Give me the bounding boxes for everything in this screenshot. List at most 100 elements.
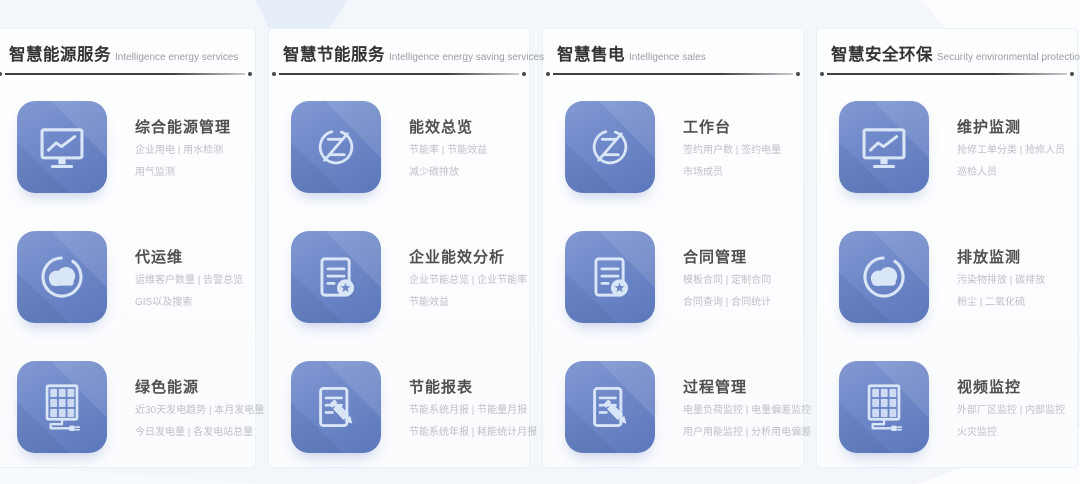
category-panel: 智慧售电Intelligence sales 工作台 签约用户数 | 签约电量 … (542, 28, 804, 468)
feature-sub-line2: 用气监测 (135, 168, 231, 178)
category-panel: 智慧安全环保Security environmental protection … (816, 28, 1078, 468)
feature-sub-line2: 粉尘 | 二氧化硫 (957, 298, 1045, 308)
feature-tile (565, 231, 655, 323)
feature-tile (291, 101, 381, 193)
category-panels: 智慧能源服务 Intelligence energy services 综合能源管… (0, 28, 1078, 468)
card-list: 维护监测 抢修工单分类 | 抢修人员 巡检人员 排放监测 污染物排放 | 碳排放… (831, 101, 1063, 453)
feature-card[interactable]: 节能报表 节能系统月报 | 节能量月报 节能系统年报 | 耗能统计月报 (291, 361, 515, 453)
feature-card[interactable]: 视频监控 外部厂区监控 | 内部监控 火灾监控 (839, 361, 1063, 453)
feature-title: 合同管理 (683, 246, 771, 267)
z-circle-icon (565, 101, 655, 193)
feature-sub-line1: 企业节能总览 | 企业节能率 (409, 276, 515, 286)
feature-sub-line1: 企业用电 | 用水检测 (135, 146, 231, 156)
feature-card[interactable]: 工作台 签约用户数 | 签约电量 市场成员 (565, 101, 789, 193)
feature-title: 代运维 (135, 246, 241, 267)
feature-title: 维护监测 (957, 116, 1063, 137)
feature-card[interactable]: 排放监测 污染物排放 | 碳排放 粉尘 | 二氧化硫 (839, 231, 1063, 323)
feature-sub-line1: 节能率 | 节能效益 (409, 146, 487, 156)
feature-tile (565, 361, 655, 453)
feature-text: 工作台 签约用户数 | 签约电量 市场成员 (683, 101, 781, 193)
category-header: 智慧节能服务Intelligence energy saving service… (283, 41, 515, 73)
monitor-chart-icon (17, 101, 107, 193)
feature-tile (839, 101, 929, 193)
card-list: 综合能源管理 企业用电 | 用水检测 用气监测 代运维 运维客户数量 | 告警总… (9, 101, 241, 453)
feature-sub-line2: GIS以及搜索 (135, 298, 241, 308)
feature-card[interactable]: 能效总览 节能率 | 节能效益 减少碳排放 (291, 101, 515, 193)
feature-title: 排放监测 (957, 246, 1045, 267)
feature-sub-line1: 近30天发电趋势 | 本月发电量 (135, 406, 241, 416)
feature-card[interactable]: 代运维 运维客户数量 | 告警总览 GIS以及搜索 (17, 231, 241, 323)
category-title-en: Intelligence energy services (115, 52, 238, 63)
feature-text: 合同管理 模板合同 | 定制合同 合同查询 | 合同统计 (683, 231, 771, 323)
feature-text: 维护监测 抢修工单分类 | 抢修人员 巡检人员 (957, 101, 1063, 193)
feature-text: 视频监控 外部厂区监控 | 内部监控 火灾监控 (957, 361, 1063, 453)
feature-card[interactable]: 维护监测 抢修工单分类 | 抢修人员 巡检人员 (839, 101, 1063, 193)
header-dot (0, 72, 2, 76)
doc-star-icon (291, 231, 381, 323)
feature-title: 工作台 (683, 116, 781, 137)
feature-tile (291, 231, 381, 323)
doc-pencil-icon (291, 361, 381, 453)
feature-tile (17, 101, 107, 193)
cloud-circle-icon (839, 231, 929, 323)
feature-title: 综合能源管理 (135, 116, 231, 137)
feature-tile (291, 361, 381, 453)
feature-text: 代运维 运维客户数量 | 告警总览 GIS以及搜索 (135, 231, 241, 323)
feature-card[interactable]: 过程管理 电量负荷监控 | 电量偏差监控 用户用能监控 | 分析用电偏差 (565, 361, 789, 453)
feature-title: 企业能效分析 (409, 246, 515, 267)
card-list: 工作台 签约用户数 | 签约电量 市场成员 合同管理 模板合同 | 定制合同 合… (557, 101, 789, 453)
feature-card[interactable]: 绿色能源 近30天发电趋势 | 本月发电量 今日发电量 | 各发电站总量 (17, 361, 241, 453)
header-underline (827, 73, 1067, 75)
feature-sub-line2: 巡检人员 (957, 168, 1063, 178)
feature-sub-line2: 节能系统年报 | 耗能统计月报 (409, 428, 515, 438)
feature-card[interactable]: 综合能源管理 企业用电 | 用水检测 用气监测 (17, 101, 241, 193)
feature-sub-line1: 模板合同 | 定制合同 (683, 276, 771, 286)
feature-sub-line2: 减少碳排放 (409, 168, 487, 178)
feature-sub-line1: 运维客户数量 | 告警总览 (135, 276, 241, 286)
header-dot (546, 72, 550, 76)
feature-title: 节能报表 (409, 376, 515, 397)
category-panel: 智慧节能服务Intelligence energy saving service… (268, 28, 530, 468)
feature-sub-line2: 节能效益 (409, 298, 515, 308)
feature-sub-line2: 今日发电量 | 各发电站总量 (135, 428, 241, 438)
feature-sub-line1: 节能系统月报 | 节能量月报 (409, 406, 515, 416)
header-dot (796, 72, 800, 76)
doc-star-icon (565, 231, 655, 323)
solar-panel-icon (17, 361, 107, 453)
header-dot (272, 72, 276, 76)
feature-title: 视频监控 (957, 376, 1063, 397)
header-underline (5, 73, 245, 75)
z-circle-icon (291, 101, 381, 193)
category-title-en: Security environmental protection (937, 52, 1080, 63)
feature-sub-line1: 抢修工单分类 | 抢修人员 (957, 146, 1063, 156)
feature-title: 过程管理 (683, 376, 789, 397)
category-header: 智慧售电Intelligence sales (557, 41, 789, 73)
feature-sub-line1: 电量负荷监控 | 电量偏差监控 (683, 406, 789, 416)
cloud-circle-icon (17, 231, 107, 323)
doc-pencil-icon (565, 361, 655, 453)
feature-sub-line1: 污染物排放 | 碳排放 (957, 276, 1045, 286)
feature-text: 企业能效分析 企业节能总览 | 企业节能率 节能效益 (409, 231, 515, 323)
feature-text: 节能报表 节能系统月报 | 节能量月报 节能系统年报 | 耗能统计月报 (409, 361, 515, 453)
feature-text: 过程管理 电量负荷监控 | 电量偏差监控 用户用能监控 | 分析用电偏差 (683, 361, 789, 453)
category-title-cn: 智慧能源服务 (9, 46, 111, 64)
feature-text: 排放监测 污染物排放 | 碳排放 粉尘 | 二氧化硫 (957, 231, 1045, 323)
feature-card[interactable]: 合同管理 模板合同 | 定制合同 合同查询 | 合同统计 (565, 231, 789, 323)
feature-text: 综合能源管理 企业用电 | 用水检测 用气监测 (135, 101, 231, 193)
feature-title: 能效总览 (409, 116, 487, 137)
feature-sub-line1: 签约用户数 | 签约电量 (683, 146, 781, 156)
feature-tile (839, 231, 929, 323)
feature-tile (17, 361, 107, 453)
card-list: 能效总览 节能率 | 节能效益 减少碳排放 企业能效分析 企业节能总览 | 企业… (283, 101, 515, 453)
feature-card[interactable]: 企业能效分析 企业节能总览 | 企业节能率 节能效益 (291, 231, 515, 323)
header-dot (522, 72, 526, 76)
category-header: 智慧安全环保Security environmental protection (831, 41, 1063, 73)
category-title-cn: 智慧售电 (557, 46, 625, 64)
feature-tile (17, 231, 107, 323)
category-title-en: Intelligence energy saving services (389, 52, 544, 63)
header-underline (553, 73, 793, 75)
feature-title: 绿色能源 (135, 376, 241, 397)
feature-sub-line1: 外部厂区监控 | 内部监控 (957, 406, 1063, 416)
feature-text: 绿色能源 近30天发电趋势 | 本月发电量 今日发电量 | 各发电站总量 (135, 361, 241, 453)
category-title-cn: 智慧安全环保 (831, 46, 933, 64)
